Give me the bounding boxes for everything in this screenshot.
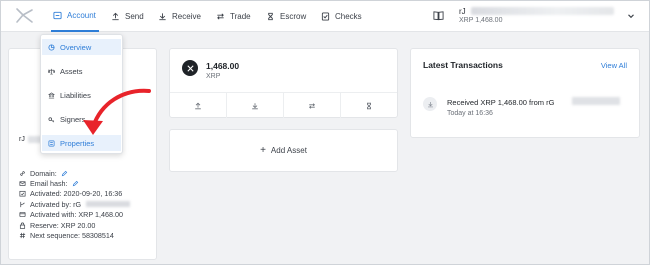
activated-row: Activated: 2020-09-20, 16:36: [19, 189, 154, 199]
account-card-icon: [53, 11, 62, 20]
chevron-down-icon[interactable]: [627, 12, 635, 20]
next-sequence-text: Next sequence: 58308514: [30, 231, 114, 241]
nav-escrow-label: Escrow: [280, 12, 307, 21]
activated-by-row: Activated by: rG: [19, 199, 154, 209]
email-hash-label: Email hash:: [30, 179, 68, 189]
send-action-button[interactable]: [170, 93, 227, 118]
top-navigation: Account Send Receive Trade Escrow Checks…: [1, 1, 649, 32]
activated-text: Activated: 2020-09-20, 16:36: [30, 189, 123, 199]
branch-icon: [20, 201, 25, 207]
key-icon: [48, 116, 55, 122]
download-icon: [252, 102, 258, 109]
nav-trade[interactable]: Trade: [216, 1, 251, 32]
account-address-prefix: rJ: [459, 7, 466, 16]
menu-item-liabilities[interactable]: Liabilities: [42, 87, 121, 103]
nav-checks[interactable]: Checks: [321, 1, 362, 32]
swap-icon: [217, 13, 224, 20]
bank-icon: [48, 92, 55, 98]
received-icon: [423, 97, 437, 111]
latest-transactions-title: Latest Transactions: [423, 60, 503, 70]
account-address-redacted: [471, 7, 614, 15]
menu-item-assets-label: Assets: [60, 66, 83, 76]
upload-icon: [112, 12, 119, 21]
latest-transactions-card: Latest Transactions View All Received XR…: [410, 48, 640, 138]
balance-actions: [170, 92, 397, 118]
scale-icon: [48, 68, 55, 74]
menu-item-overview[interactable]: Overview: [42, 39, 121, 55]
link-icon: [20, 170, 25, 176]
add-asset-label: Add Asset: [270, 146, 307, 155]
mail-icon: [19, 181, 26, 186]
hourglass-icon: [367, 102, 371, 109]
nav-account-label: Account: [67, 11, 96, 20]
app-frame: Account Send Receive Trade Escrow Checks…: [0, 0, 650, 265]
activated-with-text: Activated with: XRP 1,468.00: [30, 210, 123, 220]
xrp-balance-amount: 1,468.00: [206, 61, 240, 71]
xrp-balance-card: 1,468.00 XRP: [169, 48, 398, 118]
plus-icon: +: [260, 145, 266, 156]
reserve-text: Reserve: XRP 20.00: [30, 220, 96, 230]
download-icon: [159, 13, 166, 21]
add-asset-card: + Add Asset: [169, 129, 398, 172]
domain-label: Domain:: [30, 168, 57, 178]
address-book-icon[interactable]: [433, 10, 444, 21]
hourglass-icon: [268, 12, 273, 21]
activated-by-text: Activated by: rG: [30, 199, 82, 209]
reserve-row: Reserve: XRP 20.00: [19, 220, 154, 230]
account-address-prefix: rJ: [19, 136, 25, 143]
calendar-check-icon: [19, 191, 26, 197]
settings-list-icon: [48, 140, 55, 146]
menu-item-signers[interactable]: Signers: [42, 111, 121, 127]
next-sequence-row: Next sequence: 58308514: [19, 230, 154, 240]
add-asset-button[interactable]: + Add Asset: [170, 130, 397, 171]
account-balance: XRP 1,468.00: [459, 17, 503, 24]
pie-icon: [48, 43, 55, 51]
domain-row: Domain:: [19, 168, 154, 178]
menu-item-properties[interactable]: Properties: [42, 135, 121, 151]
account-dropdown-menu: Overview Assets Liabilities Signers Prop…: [40, 34, 123, 154]
menu-item-liabilities-label: Liabilities: [60, 90, 91, 100]
menu-item-properties-label: Properties: [60, 138, 95, 148]
check-doc-icon: [321, 12, 330, 21]
hash-icon: [19, 232, 26, 239]
account-properties-list: Domain: Email hash: Activated: 2020-09-2…: [19, 168, 154, 241]
xrp-toolkit-logo-icon[interactable]: [15, 7, 35, 25]
transaction-time: Today at 16:36: [447, 110, 493, 117]
nav-send-label: Send: [125, 12, 144, 21]
swap-icon: [309, 102, 315, 109]
nav-trade-label: Trade: [230, 12, 251, 21]
activated-with-row: Activated with: XRP 1,468.00: [19, 210, 154, 220]
trade-action-button[interactable]: [284, 93, 341, 118]
nav-receive[interactable]: Receive: [158, 1, 201, 32]
menu-item-signers-label: Signers: [60, 114, 86, 124]
edit-pencil-icon[interactable]: [61, 170, 68, 177]
menu-item-overview-label: Overview: [60, 42, 92, 52]
edit-pencil-icon[interactable]: [72, 180, 79, 187]
transaction-description[interactable]: Received XRP 1,468.00 from rG: [447, 98, 554, 107]
menu-item-assets[interactable]: Assets: [42, 63, 121, 79]
nav-escrow[interactable]: Escrow: [266, 1, 306, 32]
nav-account[interactable]: Account: [51, 1, 99, 32]
xrp-currency-code: XRP: [206, 73, 221, 80]
lock-icon: [19, 222, 26, 229]
escrow-action-button[interactable]: [341, 93, 397, 118]
view-all-link[interactable]: View All: [601, 61, 627, 70]
transaction-sender-redacted: [572, 97, 620, 105]
nav-send[interactable]: Send: [111, 1, 144, 32]
activated-by-redacted: [86, 201, 131, 208]
receive-action-button[interactable]: [227, 93, 284, 118]
nav-checks-label: Checks: [335, 12, 362, 21]
email-hash-row: Email hash:: [19, 178, 154, 188]
upload-icon: [195, 102, 201, 109]
xrp-logo-icon: [182, 60, 198, 76]
nav-receive-label: Receive: [172, 12, 201, 21]
coins-icon: [19, 212, 26, 218]
